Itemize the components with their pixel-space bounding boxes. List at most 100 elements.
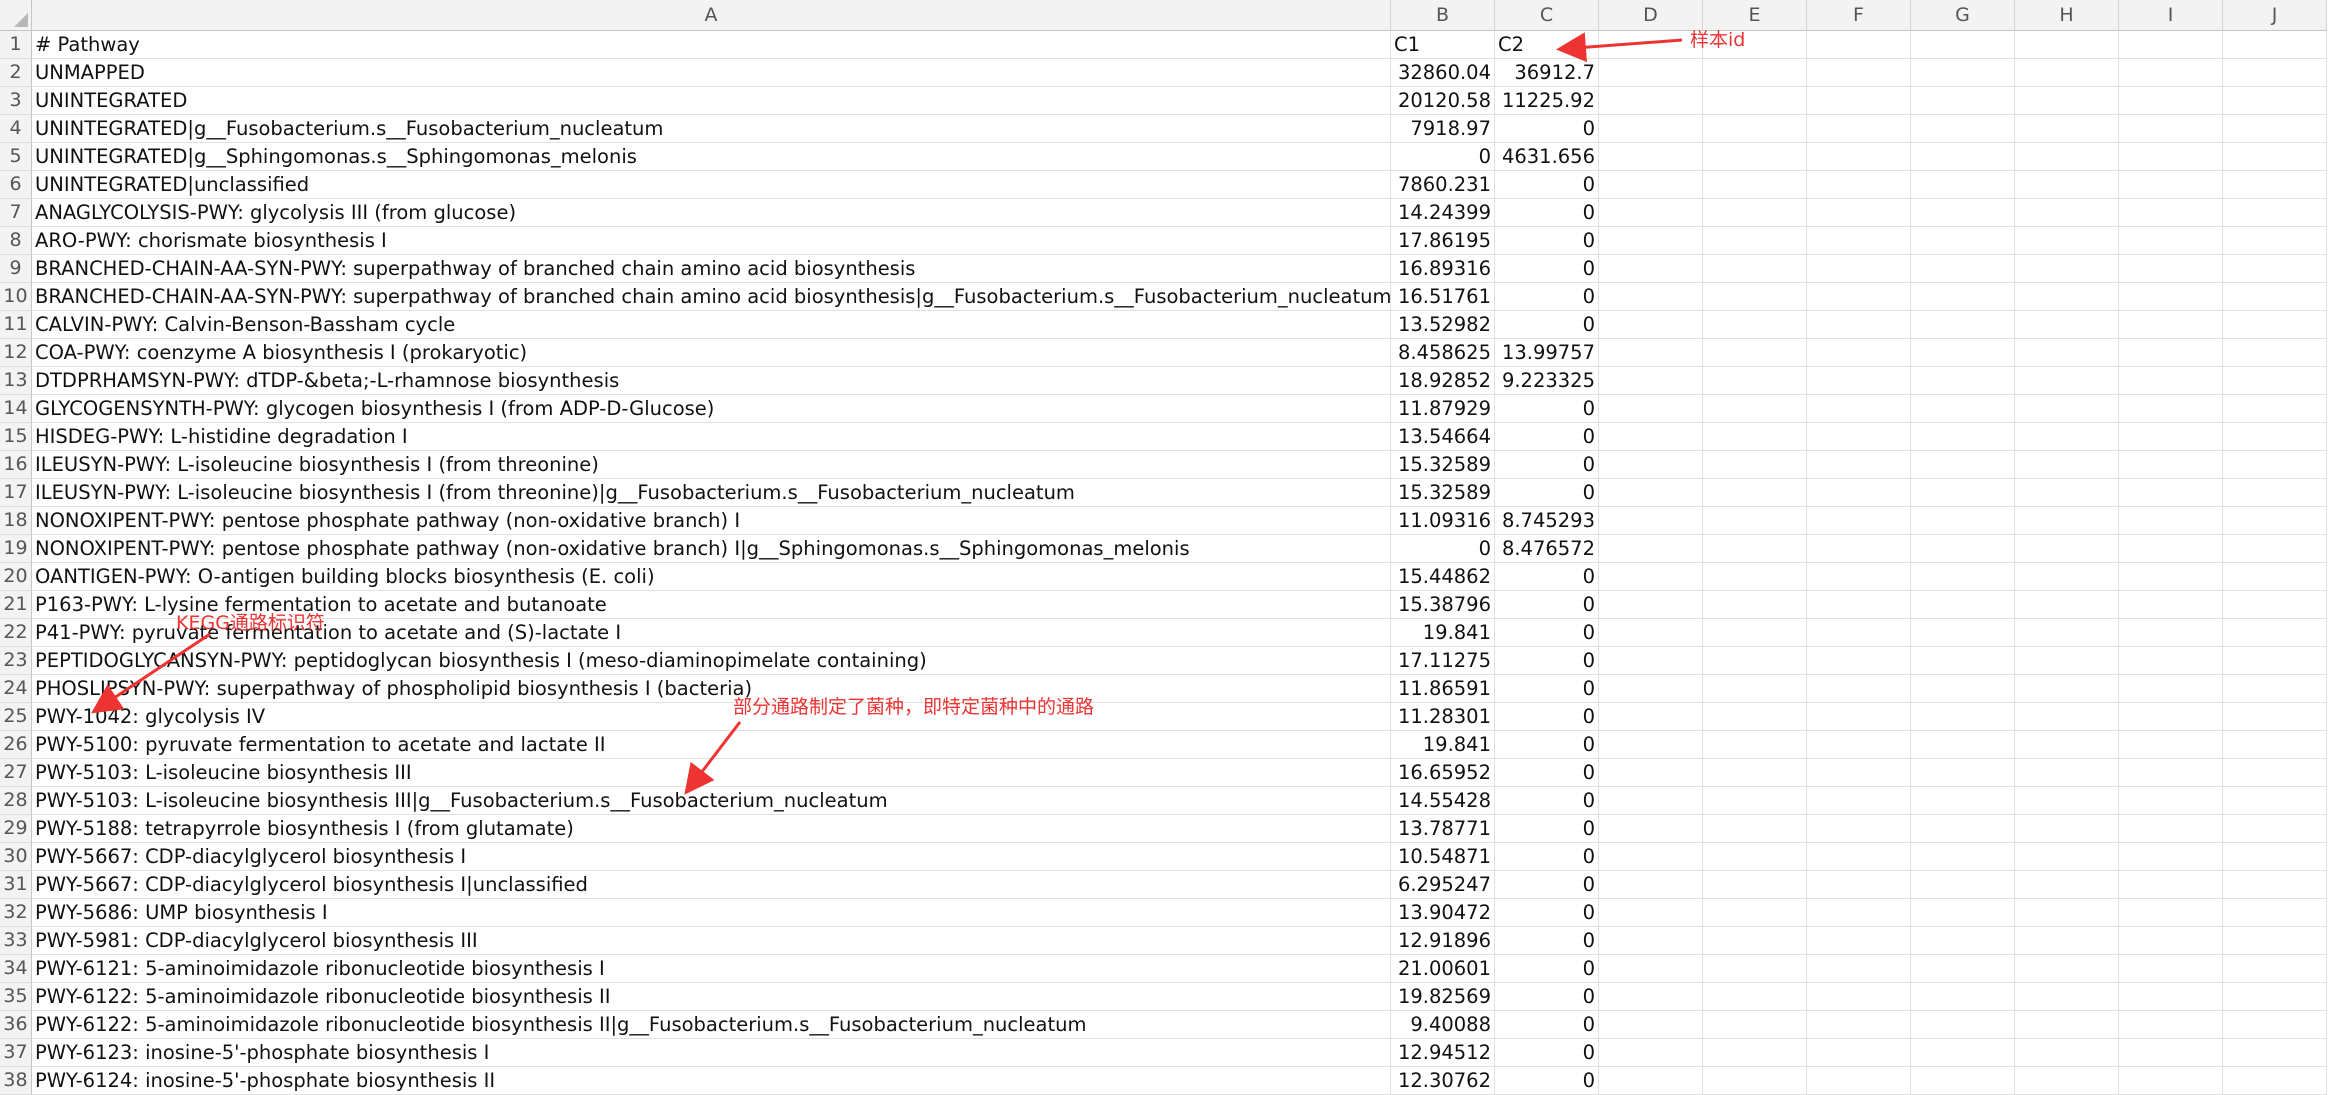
empty-cell[interactable]: [1807, 87, 1911, 115]
value-cell[interactable]: 0: [1495, 955, 1599, 983]
value-cell[interactable]: 8.458625: [1391, 339, 1495, 367]
empty-cell[interactable]: [2223, 1039, 2327, 1067]
empty-cell[interactable]: [2223, 1067, 2327, 1095]
row-header[interactable]: 2: [0, 59, 32, 87]
value-cell[interactable]: 13.54664: [1391, 423, 1495, 451]
empty-cell[interactable]: [1599, 339, 1703, 367]
empty-cell[interactable]: [1703, 423, 1807, 451]
pathway-cell[interactable]: UNINTEGRATED|unclassified: [32, 171, 1391, 199]
pathway-cell[interactable]: ILEUSYN-PWY: L-isoleucine biosynthesis I…: [32, 479, 1391, 507]
empty-cell[interactable]: [2223, 423, 2327, 451]
value-cell[interactable]: 0: [1495, 171, 1599, 199]
empty-cell[interactable]: [1807, 367, 1911, 395]
empty-cell[interactable]: [1807, 199, 1911, 227]
pathway-cell[interactable]: PWY-5981: CDP-diacylglycerol biosynthesi…: [32, 927, 1391, 955]
empty-cell[interactable]: [2223, 703, 2327, 731]
empty-cell[interactable]: [2119, 395, 2223, 423]
empty-cell[interactable]: [2223, 199, 2327, 227]
empty-cell[interactable]: [2119, 507, 2223, 535]
row-header[interactable]: 11: [0, 311, 32, 339]
empty-cell[interactable]: [2015, 227, 2119, 255]
empty-cell[interactable]: [2015, 619, 2119, 647]
value-cell[interactable]: 0: [1495, 815, 1599, 843]
empty-cell[interactable]: [2223, 283, 2327, 311]
pathway-cell[interactable]: PWY-6121: 5-aminoimidazole ribonucleotid…: [32, 955, 1391, 983]
empty-cell[interactable]: [1703, 815, 1807, 843]
empty-cell[interactable]: [1911, 591, 2015, 619]
pathway-cell[interactable]: PWY-5667: CDP-diacylglycerol biosynthesi…: [32, 871, 1391, 899]
empty-cell[interactable]: [2015, 675, 2119, 703]
value-cell[interactable]: 11.86591: [1391, 675, 1495, 703]
row-header[interactable]: 23: [0, 647, 32, 675]
empty-cell[interactable]: [2015, 871, 2119, 899]
row-header[interactable]: 12: [0, 339, 32, 367]
select-all-corner[interactable]: [0, 0, 32, 31]
empty-cell[interactable]: [2015, 171, 2119, 199]
empty-cell[interactable]: [2223, 675, 2327, 703]
empty-cell[interactable]: [1599, 1011, 1703, 1039]
pathway-cell[interactable]: PEPTIDOGLYCANSYN-PWY: peptidoglycan bios…: [32, 647, 1391, 675]
value-cell[interactable]: 0: [1495, 1011, 1599, 1039]
empty-cell[interactable]: [2015, 255, 2119, 283]
empty-cell[interactable]: [2223, 451, 2327, 479]
empty-cell[interactable]: [2223, 59, 2327, 87]
empty-cell[interactable]: [1911, 479, 2015, 507]
empty-cell[interactable]: [1911, 619, 2015, 647]
empty-cell[interactable]: [1807, 871, 1911, 899]
value-cell[interactable]: 0: [1495, 927, 1599, 955]
empty-cell[interactable]: [2223, 227, 2327, 255]
value-cell[interactable]: 15.44862: [1391, 563, 1495, 591]
value-cell[interactable]: 12.91896: [1391, 927, 1495, 955]
empty-cell[interactable]: [2223, 955, 2327, 983]
value-cell[interactable]: 32860.04: [1391, 59, 1495, 87]
value-cell[interactable]: 19.841: [1391, 619, 1495, 647]
empty-cell[interactable]: [1807, 927, 1911, 955]
empty-cell[interactable]: [1911, 871, 2015, 899]
empty-cell[interactable]: [2223, 591, 2327, 619]
row-header[interactable]: 3: [0, 87, 32, 115]
value-cell[interactable]: 0: [1495, 787, 1599, 815]
empty-cell[interactable]: [2223, 171, 2327, 199]
empty-cell[interactable]: [2015, 703, 2119, 731]
empty-cell[interactable]: [1599, 367, 1703, 395]
value-cell[interactable]: 0: [1495, 255, 1599, 283]
empty-cell[interactable]: [2015, 563, 2119, 591]
empty-cell[interactable]: [1807, 759, 1911, 787]
value-cell[interactable]: 8.476572: [1495, 535, 1599, 563]
empty-cell[interactable]: [2119, 367, 2223, 395]
empty-cell[interactable]: [1599, 619, 1703, 647]
pathway-cell[interactable]: PWY-5103: L-isoleucine biosynthesis III|…: [32, 787, 1391, 815]
empty-cell[interactable]: [2015, 843, 2119, 871]
empty-cell[interactable]: [1807, 619, 1911, 647]
empty-cell[interactable]: [2119, 31, 2223, 59]
empty-cell[interactable]: [2119, 87, 2223, 115]
empty-cell[interactable]: [2015, 731, 2119, 759]
empty-cell[interactable]: [2223, 255, 2327, 283]
row-header[interactable]: 17: [0, 479, 32, 507]
pathway-cell[interactable]: NONOXIPENT-PWY: pentose phosphate pathwa…: [32, 507, 1391, 535]
empty-cell[interactable]: [2223, 983, 2327, 1011]
empty-cell[interactable]: [1807, 591, 1911, 619]
empty-cell[interactable]: [2119, 1039, 2223, 1067]
empty-cell[interactable]: [1911, 507, 2015, 535]
empty-cell[interactable]: [1807, 423, 1911, 451]
value-cell[interactable]: 4631.656: [1495, 143, 1599, 171]
pathway-cell[interactable]: PWY-5667: CDP-diacylglycerol biosynthesi…: [32, 843, 1391, 871]
empty-cell[interactable]: [2119, 787, 2223, 815]
empty-cell[interactable]: [2223, 479, 2327, 507]
empty-cell[interactable]: [1599, 507, 1703, 535]
empty-cell[interactable]: [2015, 395, 2119, 423]
empty-cell[interactable]: [2015, 815, 2119, 843]
row-header[interactable]: 30: [0, 843, 32, 871]
pathway-cell[interactable]: PWY-5188: tetrapyrrole biosynthesis I (f…: [32, 815, 1391, 843]
value-cell[interactable]: 17.86195: [1391, 227, 1495, 255]
empty-cell[interactable]: [1703, 535, 1807, 563]
row-header[interactable]: 21: [0, 591, 32, 619]
value-cell[interactable]: 15.32589: [1391, 451, 1495, 479]
empty-cell[interactable]: [1911, 423, 2015, 451]
column-header-c[interactable]: C: [1495, 0, 1599, 31]
row-header[interactable]: 22: [0, 619, 32, 647]
empty-cell[interactable]: [2223, 843, 2327, 871]
value-cell[interactable]: 15.38796: [1391, 591, 1495, 619]
row-header[interactable]: 31: [0, 871, 32, 899]
